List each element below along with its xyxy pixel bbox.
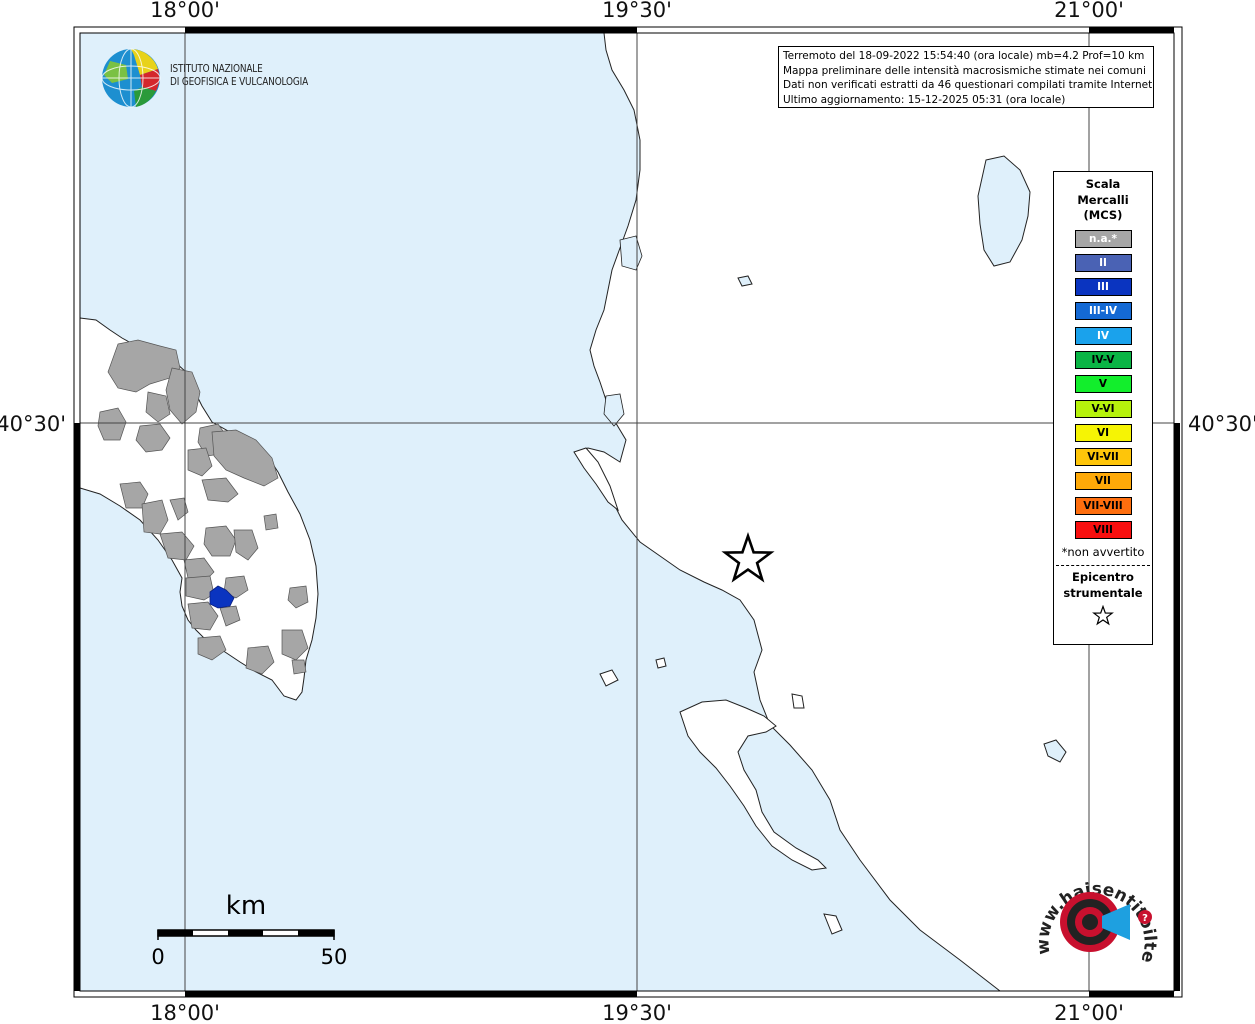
earthquake-info-box: Terremoto del 18-09-2022 15:54:40 (ora l… [778, 46, 1154, 108]
lat-label-right: 40°30' [1188, 412, 1255, 436]
legend-item: VIII [1074, 521, 1132, 540]
legend-item: VI-VII [1074, 448, 1132, 467]
lon-label-bottom-3: 21°00' [1054, 1001, 1124, 1024]
globe-icon [101, 48, 161, 108]
legend-item: IV [1074, 326, 1132, 345]
legend-item: III [1074, 278, 1132, 297]
legend-item: n.a.* [1074, 229, 1132, 248]
legend-item: VI [1074, 423, 1132, 442]
info-line-updated: Ultimo aggiornamento: 15-12-2025 05:31 (… [783, 93, 1066, 106]
island-small [791, 693, 805, 709]
legend-title-line: Scala [1085, 177, 1121, 191]
legend-item: V-VI [1074, 399, 1132, 418]
legend-title-line: Mercalli [1077, 192, 1129, 207]
info-line-event: Terremoto del 18-09-2022 15:54:40 (ora l… [783, 50, 1145, 62]
info-line-map: Mappa preliminare delle intensità macros… [783, 64, 1146, 77]
scale-max-label: 50 [321, 945, 348, 969]
lon-label-bottom-2: 19°30' [602, 1001, 672, 1024]
legend-star-icon [1054, 605, 1152, 631]
legend-item: IV-V [1074, 350, 1132, 369]
legend-title: Scala Mercalli (MCS) [1054, 177, 1152, 224]
legend-item: III-IV [1074, 302, 1132, 321]
lon-label-top-1: 18°00' [150, 0, 220, 22]
legend-item: VII-VIII [1074, 496, 1132, 515]
legend-item: II [1074, 253, 1132, 272]
legend-epicenter-line: strumentale [1063, 585, 1143, 600]
info-line-data: Dati non verificati estratti da 46 quest… [783, 79, 1154, 92]
scale-bar: km 0 50 [152, 891, 348, 969]
svg-text:?: ? [1142, 913, 1148, 924]
lon-label-bottom-1: 18°00' [150, 1001, 220, 1024]
haisentito-logo: www.haisentitoilterremoto.it ? [1032, 862, 1160, 965]
ingv-logo: ISTITUTO NAZIONALE DI GEOFISICA E VULCAN… [100, 47, 320, 111]
lat-label-left: 40°30' [0, 412, 66, 436]
lon-label-top-3: 21°00' [1054, 0, 1124, 22]
scale-min-label: 0 [152, 945, 165, 969]
legend-epicenter-line: Epicentro [1072, 570, 1134, 585]
legend-item: VII [1074, 472, 1132, 491]
ingv-name-line2: DI GEOFISICA E VULCANOLOGIA [170, 76, 309, 88]
scale-unit: km [226, 891, 266, 921]
island-small [655, 657, 667, 669]
legend-title-line: (MCS) [1083, 208, 1123, 222]
legend-item: V [1074, 375, 1132, 394]
lon-label-top-2: 19°30' [602, 0, 672, 22]
ingv-name-line1: ISTITUTO NAZIONALE [170, 63, 263, 75]
legend-divider [1056, 565, 1150, 567]
mcs-legend: Scala Mercalli (MCS) n.a.* II III III-IV IV I… [1053, 171, 1153, 645]
legend-items: n.a.* II III III-IV IV IV-V V V-VI VI VI-VII VII VI… [1054, 229, 1152, 540]
legend-epicenter-label: Epicentro strumentale [1054, 570, 1152, 601]
legend-note: *non avvertito [1061, 545, 1145, 560]
